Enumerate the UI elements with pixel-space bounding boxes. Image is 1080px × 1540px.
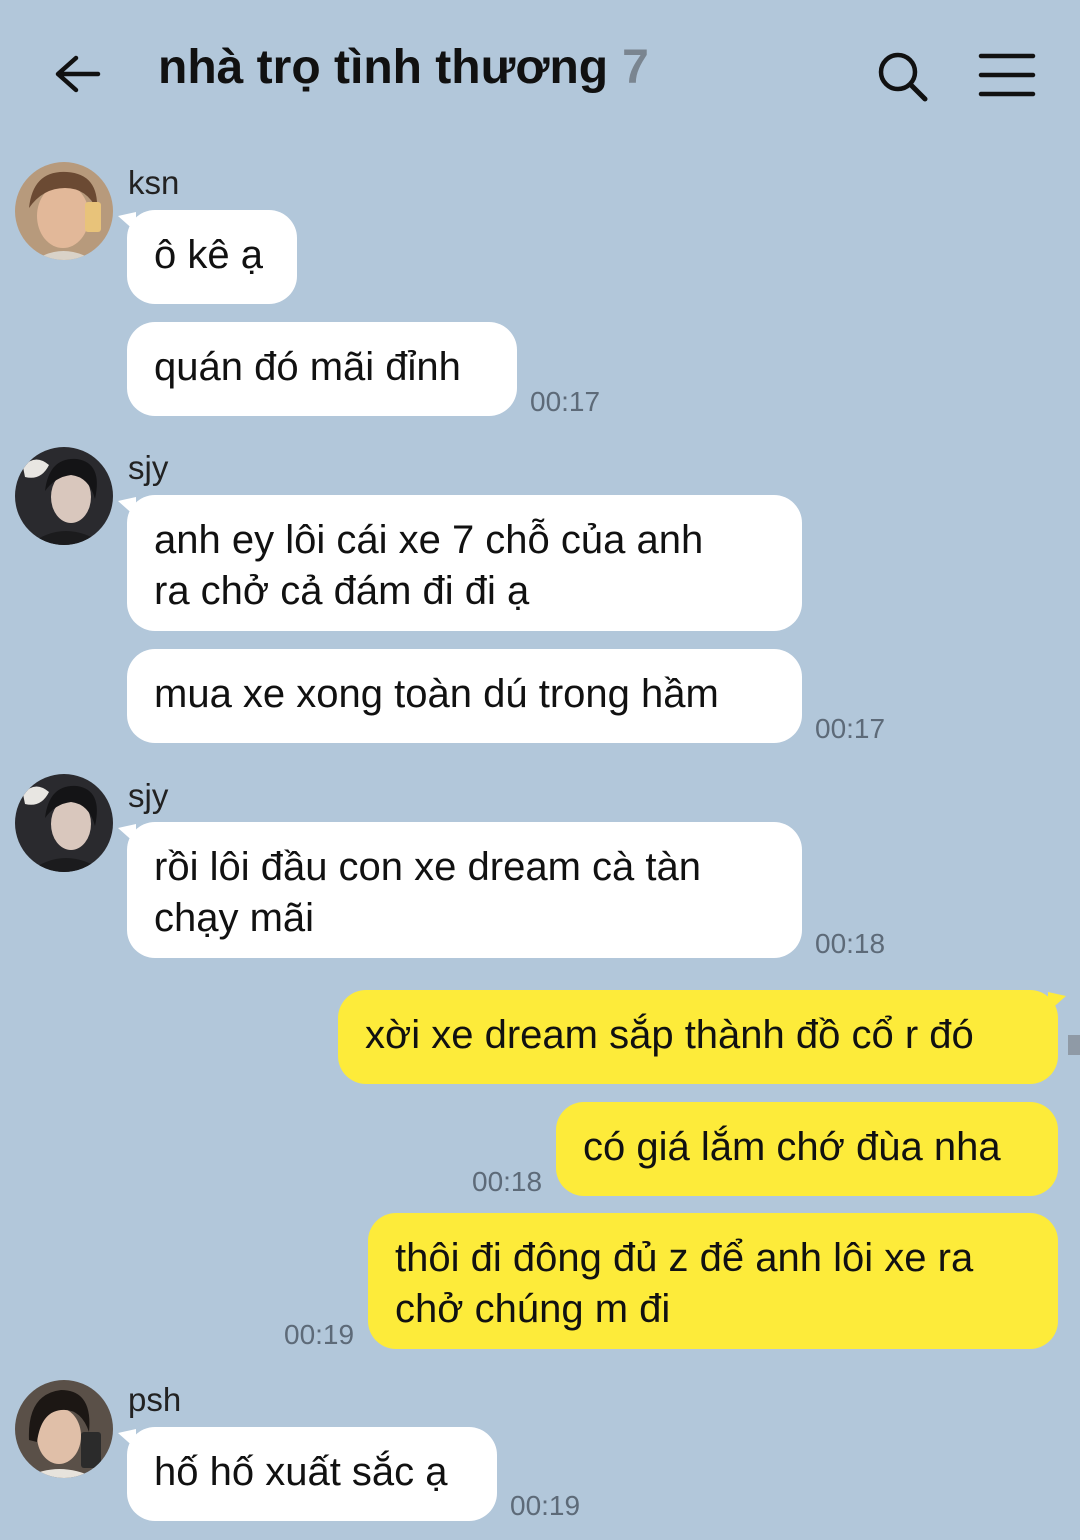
sender-name-psh: psh — [128, 1381, 182, 1418]
message-time: 00:19 — [510, 1490, 581, 1521]
sender-name-ksn: ksn — [128, 164, 180, 201]
message-text: xời xe dream sắp thành đồ cổ r đó — [365, 1013, 974, 1057]
back-arrow-icon[interactable] — [50, 48, 106, 104]
message-text: có giá lắm chớ đùa nha — [583, 1125, 1001, 1169]
message-text: ô kê ạ — [154, 233, 263, 277]
message-time: 00:18 — [815, 928, 886, 959]
avatar-sjy[interactable] — [15, 774, 113, 872]
message-text-line: chở chúng m đi — [395, 1287, 671, 1331]
chat-header: nhà trọ tình thương 7 — [0, 0, 1080, 150]
message-bubble[interactable]: mua xe xong toàn dú trong hầm — [127, 649, 802, 743]
scroll-indicator[interactable] — [1068, 1035, 1080, 1055]
sender-name-sjy: sjy — [128, 777, 169, 814]
message-time: 00:17 — [815, 713, 886, 744]
message-text-line: rồi lôi đầu con xe dream cà tàn — [154, 845, 701, 889]
message-bubble[interactable]: ô kê ạ — [127, 210, 297, 304]
message-time: 00:17 — [530, 386, 601, 417]
message-text-line: anh ey lôi cái xe 7 chỗ của anh — [154, 518, 704, 562]
message-bubble-outgoing[interactable]: có giá lắm chớ đùa nha — [556, 1102, 1058, 1196]
sender-name-sjy: sjy — [128, 449, 169, 486]
message-bubble[interactable]: rồi lôi đầu con xe dream cà tàn chạy mãi — [127, 822, 802, 958]
message-text: mua xe xong toàn dú trong hầm — [154, 672, 719, 716]
chat-name: nhà trọ tình thương — [158, 41, 609, 94]
avatar-psh[interactable] — [15, 1380, 113, 1478]
message-time: 00:19 — [284, 1319, 355, 1350]
avatar-ksn[interactable] — [15, 162, 113, 260]
message-text-line: ra chở cả đám đi đi ạ — [154, 569, 530, 613]
member-count: 7 — [622, 41, 649, 94]
message-bubble-outgoing[interactable]: thôi đi đông đủ z để anh lôi xe ra chở c… — [368, 1213, 1058, 1349]
message-bubble-outgoing[interactable]: xời xe dream sắp thành đồ cổ r đó — [338, 990, 1058, 1084]
message-text-line: thôi đi đông đủ z để anh lôi xe ra — [395, 1236, 974, 1280]
message-text-line: chạy mãi — [154, 896, 315, 940]
message-bubble[interactable]: anh ey lôi cái xe 7 chỗ của anh ra chở c… — [127, 495, 802, 631]
chat-title: nhà trọ tình thương 7 — [158, 40, 649, 95]
menu-icon[interactable] — [978, 50, 1036, 100]
message-text: hố hố xuất sắc ạ — [154, 1450, 448, 1494]
message-bubble[interactable]: quán đó mãi đỉnh — [127, 322, 517, 416]
message-time: 00:18 — [472, 1166, 543, 1197]
message-text: quán đó mãi đỉnh — [154, 345, 461, 389]
search-icon[interactable] — [874, 48, 930, 104]
message-bubble[interactable]: hố hố xuất sắc ạ — [127, 1427, 497, 1521]
avatar-sjy[interactable] — [15, 447, 113, 545]
